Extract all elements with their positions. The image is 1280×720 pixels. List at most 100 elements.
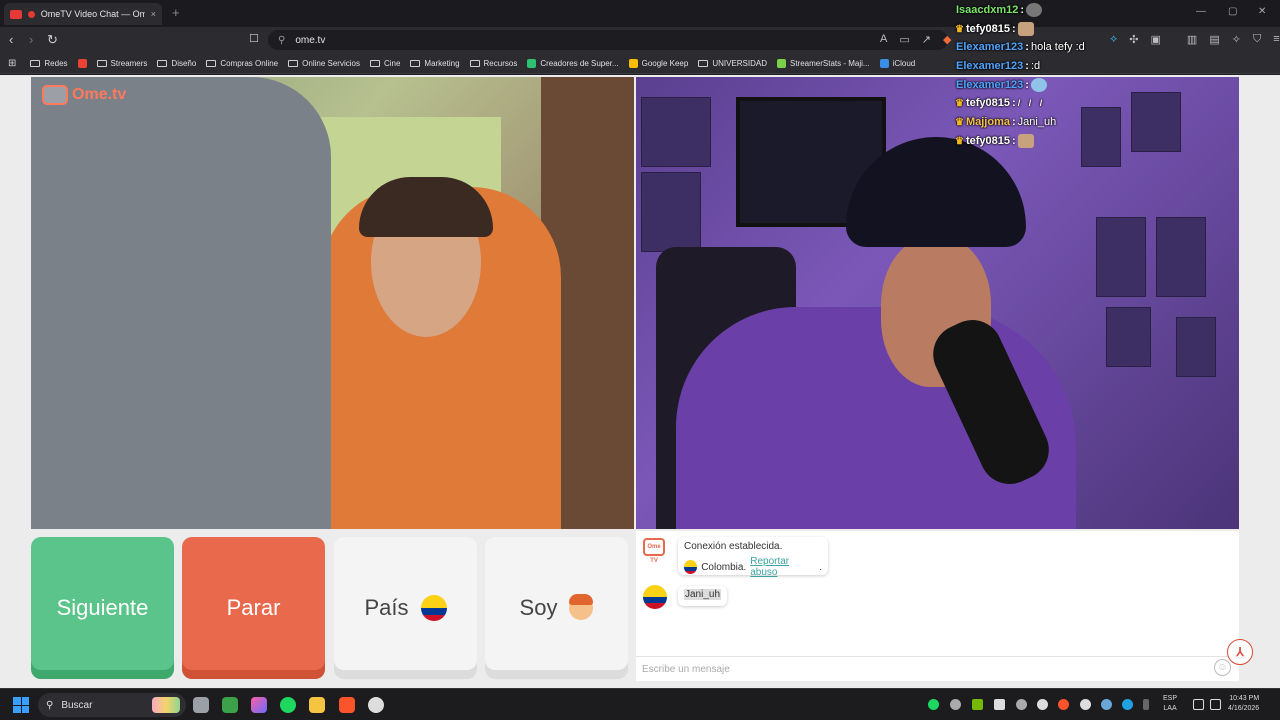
- tray-icon[interactable]: [1080, 699, 1091, 710]
- clock[interactable]: 10:43 PM 4/16/2026: [1228, 694, 1259, 714]
- spotify-icon[interactable]: [280, 697, 296, 713]
- period-text: .: [819, 561, 822, 573]
- tray-icon[interactable]: [950, 699, 961, 710]
- bookmark-streamers[interactable]: Streamers: [96, 58, 148, 68]
- report-abuse-link[interactable]: Reportar abuso: [750, 556, 815, 578]
- extension-icon[interactable]: ⟡: [1110, 33, 1117, 46]
- minimize-button[interactable]: —: [1196, 6, 1206, 17]
- message-input[interactable]: [642, 661, 1202, 677]
- puzzle-icon[interactable]: ✣: [1129, 33, 1138, 46]
- chat-text: :d: [1030, 60, 1041, 72]
- pdf-icon[interactable]: ⅄: [1227, 639, 1253, 665]
- bookmark-compras-online[interactable]: Compras Online: [206, 59, 278, 68]
- bookmark-creadores[interactable]: Creadores de Super...: [527, 58, 619, 68]
- reload-icon[interactable]: ↻: [47, 32, 58, 48]
- new-tab-button[interactable]: +: [172, 5, 180, 20]
- bookmark-label: Google Keep: [641, 58, 689, 68]
- bookmark-marketing[interactable]: Marketing: [410, 59, 460, 68]
- bookmark-diseno[interactable]: Diseño: [157, 59, 196, 68]
- url-text: ome.tv: [295, 34, 326, 46]
- bookmark-universidad[interactable]: UNIVERSIDAD: [698, 59, 767, 68]
- leo-icon[interactable]: ✧: [1232, 33, 1241, 46]
- bookmark-label: Online Servicios: [302, 58, 360, 68]
- file-explorer-icon[interactable]: [309, 697, 325, 713]
- tv-logo-icon: [42, 85, 68, 105]
- back-icon[interactable]: ‹: [9, 32, 13, 47]
- tray-icon[interactable]: [1037, 699, 1048, 710]
- bookmark-gmail[interactable]: [77, 58, 87, 68]
- bookmark-cine[interactable]: Cine: [369, 59, 400, 68]
- brave-tray-icon[interactable]: [1058, 699, 1069, 710]
- sidebar-icon[interactable]: ▥: [1187, 33, 1197, 46]
- bookmark-streamerstats[interactable]: StreamerStats - Maji...: [777, 58, 870, 68]
- sticks-emote-icon: / / /: [1017, 98, 1046, 108]
- bookmark-online-servicios[interactable]: Online Servicios: [288, 59, 360, 68]
- bookmark-icloud[interactable]: iCloud: [879, 58, 916, 68]
- screenshot-icon[interactable]: ▣: [1151, 33, 1161, 46]
- stream-chat-message: Isaacdxm12:: [956, 3, 1043, 17]
- volume-icon[interactable]: [1210, 699, 1221, 710]
- video-poster: [1176, 317, 1216, 377]
- gender-button[interactable]: Soy: [485, 537, 628, 679]
- share-icon[interactable]: ↗: [922, 33, 931, 46]
- bookmark-google-keep[interactable]: Google Keep: [628, 58, 689, 68]
- globe-emote-icon: [1030, 78, 1047, 92]
- forward-icon[interactable]: ›: [29, 32, 33, 47]
- edge-icon[interactable]: [1122, 699, 1133, 710]
- apps-grid-icon[interactable]: ⊞: [8, 58, 16, 69]
- folder-icon: [30, 59, 41, 67]
- translate-icon[interactable]: A: [880, 33, 887, 46]
- brave-icon[interactable]: [339, 697, 355, 713]
- tab-strip: OmeTV Video Chat — Omeg × + — ▢ ✕: [0, 0, 1280, 27]
- emoji-icon[interactable]: ☺: [1214, 659, 1231, 676]
- photos-icon[interactable]: [251, 697, 267, 713]
- site-settings-icon[interactable]: ⚲: [278, 35, 285, 46]
- next-button[interactable]: Siguiente: [31, 537, 174, 679]
- tray-icon[interactable]: [994, 699, 1005, 710]
- chat-username: tefy0815: [965, 23, 1011, 35]
- cast-icon[interactable]: ▭: [899, 33, 909, 46]
- video-poster: [1106, 307, 1151, 367]
- windows-start-icon[interactable]: [13, 697, 29, 713]
- network-icon[interactable]: [1193, 699, 1204, 710]
- tab-close-icon[interactable]: ×: [151, 9, 156, 19]
- keep-icon: [628, 58, 638, 68]
- flowers-widget-icon[interactable]: [152, 697, 180, 713]
- vpn-icon[interactable]: ⛉: [1253, 33, 1261, 46]
- bookmark-label: iCloud: [892, 58, 916, 68]
- gender-button-label: Soy: [519, 595, 558, 620]
- address-bar[interactable]: ⚲ ome.tv: [268, 30, 948, 50]
- video-poster: [641, 172, 701, 252]
- language-indicator[interactable]: ESP LAA: [1163, 694, 1177, 714]
- ometv-logo: Ome.tv: [42, 85, 126, 105]
- screen: OmeTV Video Chat — Omeg × + — ▢ ✕ ‹ › ↻ …: [0, 0, 1280, 720]
- bookmark-icon[interactable]: ☐: [249, 32, 259, 45]
- stream-chat-message: Elexamer123: :d: [956, 60, 1041, 72]
- tray-icon[interactable]: [1016, 699, 1027, 710]
- nvidia-icon[interactable]: [972, 699, 983, 710]
- bookmark-redes[interactable]: Redes: [30, 59, 68, 68]
- bookmark-label: Streamers: [110, 58, 148, 68]
- country-button[interactable]: País: [334, 537, 477, 679]
- spotify-tray-icon[interactable]: [928, 699, 939, 710]
- close-window-button[interactable]: ✕: [1258, 6, 1266, 17]
- emote-icon: [1017, 134, 1034, 148]
- chat-username: tefy0815: [965, 97, 1011, 109]
- stream-chat-message: ♛ tefy0815: / / /: [955, 97, 1046, 109]
- tab-ometv[interactable]: OmeTV Video Chat — Omeg ×: [4, 3, 162, 25]
- bookmark-recursos[interactable]: Recursos: [469, 59, 517, 68]
- folder-icon: [469, 59, 480, 67]
- lang-layout: LAA: [1163, 705, 1177, 712]
- task-view-icon[interactable]: [193, 697, 209, 713]
- menu-icon[interactable]: ≡: [1273, 33, 1279, 46]
- microphone-icon[interactable]: [1143, 699, 1149, 710]
- ometv-tv-icon: Ome TV: [643, 538, 665, 564]
- maximize-button[interactable]: ▢: [1228, 6, 1237, 17]
- obs-icon[interactable]: [368, 697, 384, 713]
- connected-text: Conexión establecida.: [684, 541, 783, 552]
- steam-icon[interactable]: [1101, 699, 1112, 710]
- brave-shield-icon[interactable]: ◆: [943, 33, 951, 46]
- stop-button[interactable]: Parar: [182, 537, 325, 679]
- minecraft-icon[interactable]: [222, 697, 238, 713]
- wallet-icon[interactable]: ▤: [1209, 33, 1219, 46]
